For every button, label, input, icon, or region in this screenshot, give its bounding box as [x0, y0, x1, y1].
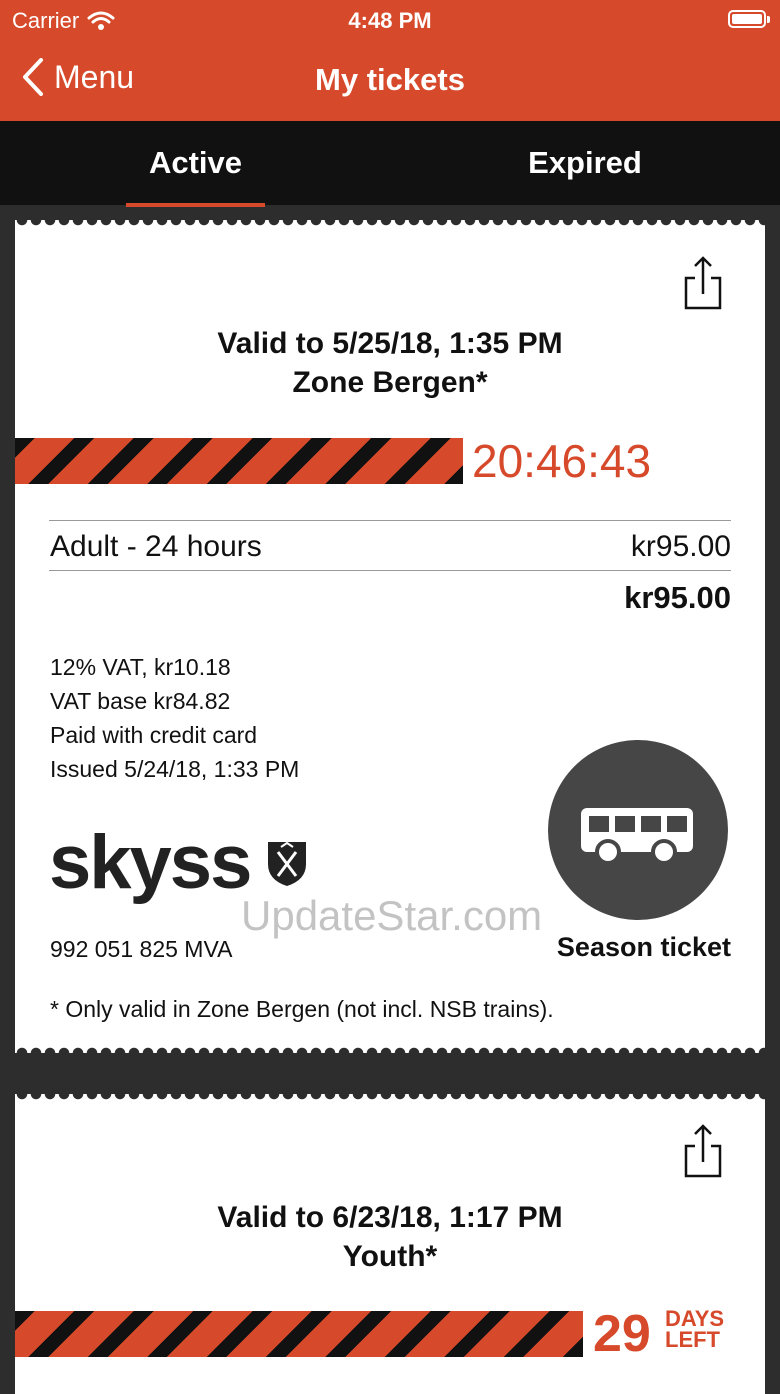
skyss-logo: skyss	[49, 820, 308, 905]
share-icon[interactable]	[683, 1120, 723, 1180]
ticket-validity: Valid to 6/23/18, 1:17 PM Youth*	[15, 1198, 765, 1276]
days-left-line2: LEFT	[665, 1327, 720, 1352]
org-number: 992 051 825 MVA	[50, 936, 233, 962]
bus-icon	[581, 808, 693, 865]
valid-to-text: Valid to 5/25/18, 1:35 PM	[217, 327, 563, 360]
zone-text: Youth*	[342, 1240, 438, 1273]
tab-active-label: Active	[148, 145, 243, 180]
ticket-total: kr95.00	[624, 580, 731, 615]
payment-line: Paid with credit card	[50, 722, 258, 748]
ticket-item-name: Adult - 24 hours	[50, 530, 262, 563]
days-left-label: DAYS LEFT	[665, 1306, 725, 1352]
perforation	[15, 1047, 765, 1059]
page-title: My tickets	[315, 62, 465, 97]
logo-wordmark: skyss	[49, 820, 252, 905]
nav-bar: Menu My tickets	[0, 40, 780, 121]
tab-active-indicator	[126, 203, 265, 207]
divider	[49, 570, 731, 571]
ticket-card[interactable]: Valid to 5/25/18, 1:35 PM Zone Bergen* 2…	[15, 214, 765, 1059]
ticket-card[interactable]: Valid to 6/23/18, 1:17 PM Youth* 29 DAYS…	[15, 1088, 765, 1394]
validity-stripe	[15, 438, 463, 484]
days-left-line1: DAYS	[665, 1306, 725, 1331]
divider	[49, 520, 731, 521]
watermark: UpdateStar.com	[241, 892, 543, 939]
ticket-type-label: Season ticket	[556, 932, 731, 962]
issued-line: Issued 5/24/18, 1:33 PM	[50, 756, 300, 782]
zone-text: Zone Bergen*	[292, 366, 488, 399]
countdown-timer: 20:46:43	[472, 435, 652, 487]
validity-stripe	[15, 1311, 583, 1357]
tab-expired[interactable]: Expired	[500, 145, 670, 181]
vat-base-line: VAT base kr84.82	[50, 688, 231, 714]
zone-footnote: * Only valid in Zone Bergen (not incl. N…	[50, 996, 554, 1022]
battery-icon	[728, 10, 770, 28]
ticket-type-badge	[548, 740, 728, 920]
tab-bar: Active Expired	[0, 121, 780, 207]
coat-of-arms-icon	[268, 841, 307, 886]
vat-line: 12% VAT, kr10.18	[50, 654, 231, 680]
valid-to-text: Valid to 6/23/18, 1:17 PM	[217, 1201, 563, 1234]
status-bar: Carrier 4:48 PM	[0, 0, 780, 40]
ticket-validity: Valid to 5/25/18, 1:35 PM Zone Bergen*	[15, 324, 765, 402]
status-time: 4:48 PM	[348, 8, 432, 33]
share-icon[interactable]	[683, 252, 723, 312]
perforation	[15, 1088, 765, 1100]
tab-active[interactable]: Active	[126, 145, 265, 207]
days-left-number: 29	[593, 1305, 651, 1363]
tab-expired-label: Expired	[528, 145, 642, 180]
perforation	[15, 214, 765, 226]
ticket-item-price: kr95.00	[630, 530, 731, 563]
ticket-info: 12% VAT, kr10.18 VAT base kr84.82 Paid w…	[50, 650, 299, 786]
